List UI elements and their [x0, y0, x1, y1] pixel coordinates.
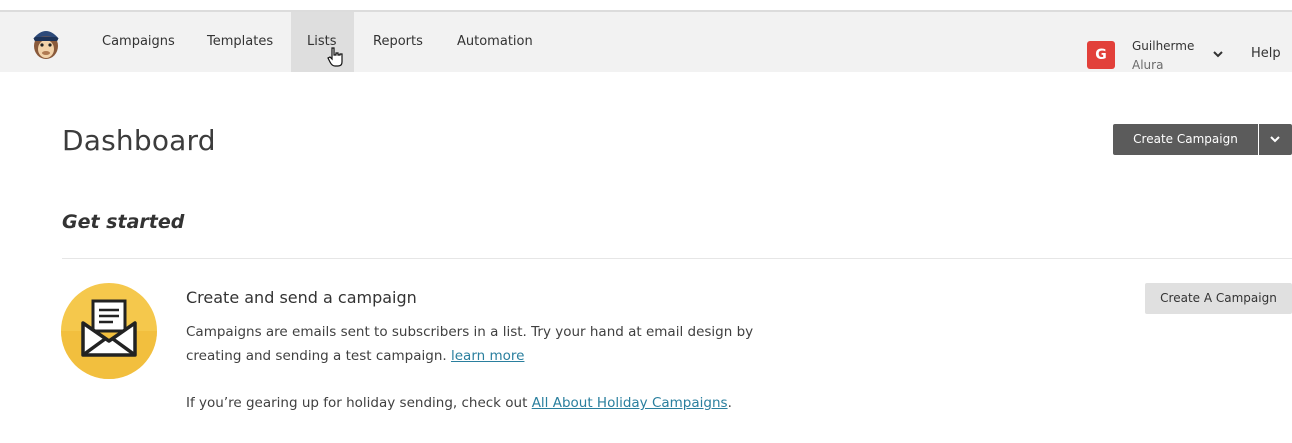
holiday-note: If you’re gearing up for holiday sending… — [186, 395, 732, 411]
user-name[interactable]: Guilherme — [1132, 39, 1194, 53]
avatar[interactable]: G — [1087, 41, 1115, 69]
holiday-campaigns-link[interactable]: All About Holiday Campaigns — [532, 395, 728, 411]
nav-campaigns[interactable]: Campaigns — [86, 12, 191, 72]
top-navigation-bar: Campaigns Templates Lists Reports Automa… — [0, 12, 1292, 72]
learn-more-link[interactable]: learn more — [451, 348, 524, 364]
holiday-note-suffix: . — [727, 395, 732, 411]
get-started-heading: Get started — [62, 211, 185, 233]
card-title: Create and send a campaign — [186, 288, 417, 307]
nav-automation[interactable]: Automation — [441, 12, 549, 72]
chevron-down-icon[interactable] — [1212, 49, 1224, 59]
create-campaign-button[interactable]: Create Campaign — [1113, 124, 1258, 155]
nav-reports[interactable]: Reports — [357, 12, 439, 72]
nav-templates[interactable]: Templates — [191, 12, 289, 72]
card-description: Campaigns are emails sent to subscribers… — [186, 320, 806, 368]
help-link[interactable]: Help — [1251, 46, 1281, 61]
chevron-down-icon — [1270, 136, 1280, 143]
holiday-note-prefix: If you’re gearing up for holiday sending… — [186, 395, 532, 411]
create-a-campaign-button[interactable]: Create A Campaign — [1145, 283, 1292, 314]
envelope-icon — [61, 283, 157, 379]
hand-pointer-icon — [327, 47, 343, 67]
freddie-chimp-logo-icon[interactable] — [28, 25, 64, 61]
page-title: Dashboard — [62, 124, 216, 157]
window-top-border — [0, 0, 1292, 12]
create-campaign-dropdown-button[interactable] — [1259, 124, 1292, 155]
user-org: Alura — [1132, 58, 1164, 72]
section-divider — [62, 258, 1292, 259]
